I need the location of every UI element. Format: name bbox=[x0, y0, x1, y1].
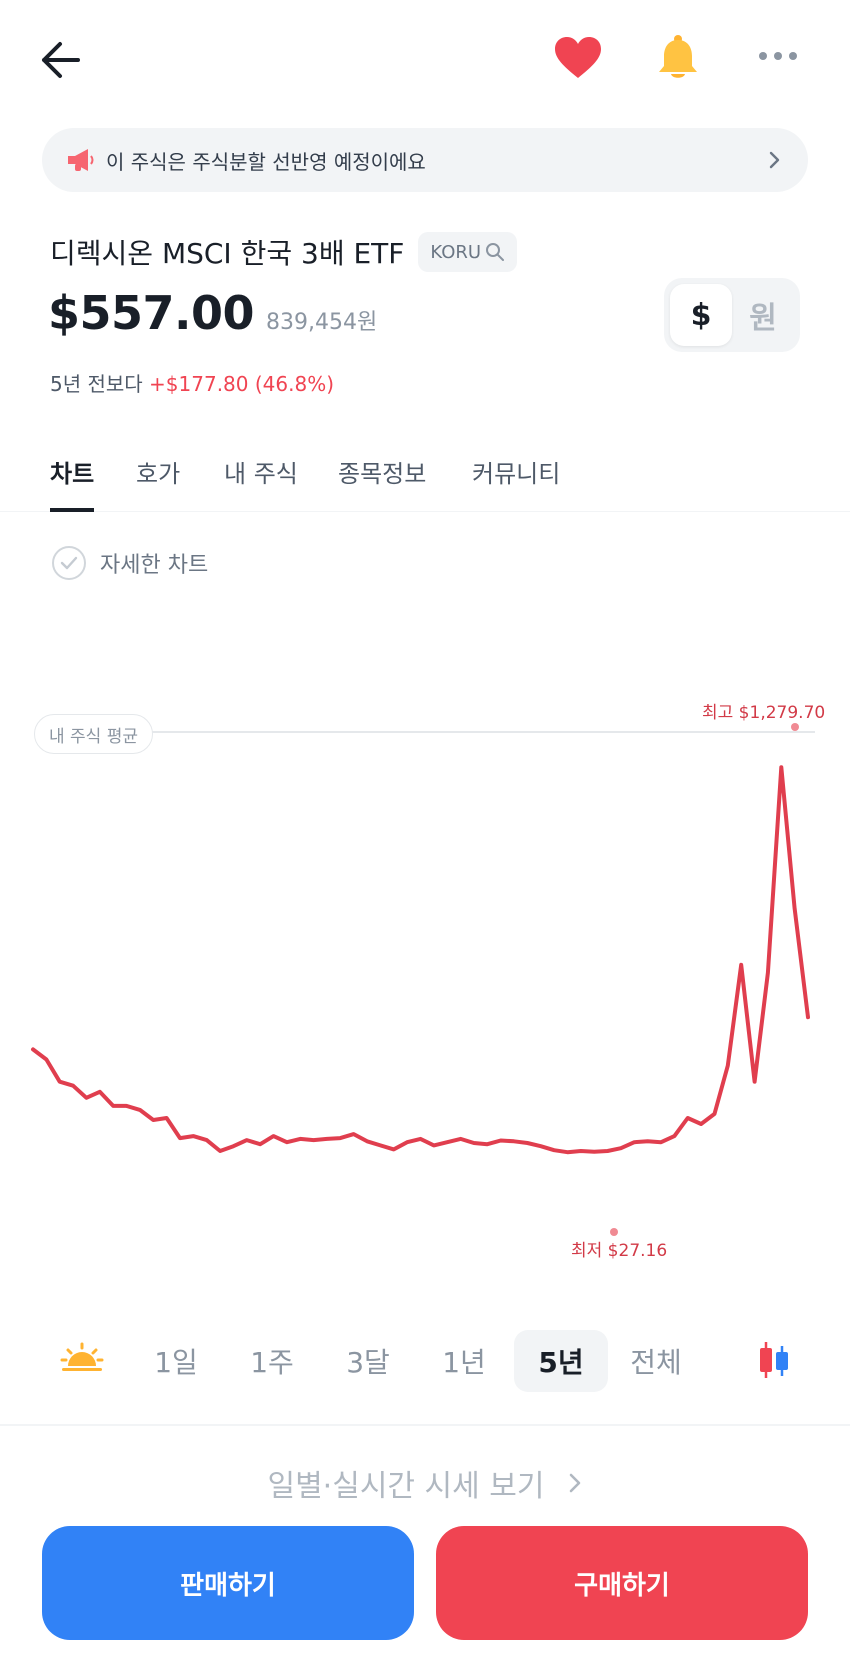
more-icon[interactable] bbox=[752, 32, 804, 80]
sell-button[interactable]: 판매하기 bbox=[42, 1526, 414, 1640]
back-arrow-icon[interactable] bbox=[30, 30, 90, 90]
ticker-label: KORU bbox=[430, 241, 482, 263]
price-line bbox=[31, 765, 810, 1155]
price-krw: 839,454원 bbox=[266, 310, 378, 335]
detail-chart-label: 자세한 차트 bbox=[100, 553, 209, 578]
change-value: +$177.80 (46.8%) bbox=[149, 372, 335, 396]
tab-chart[interactable]: 차트 bbox=[50, 454, 95, 512]
buy-button[interactable]: 구매하기 bbox=[436, 1526, 808, 1640]
tab-orderbook[interactable]: 호가 bbox=[136, 454, 180, 512]
detail-chart-toggle[interactable]: 자세한 차트 bbox=[52, 546, 208, 580]
high-marker bbox=[791, 723, 799, 731]
ticker-chip[interactable]: KORU bbox=[418, 232, 518, 272]
notice-banner[interactable]: 이 주식은 주식분할 선반영 예정이에요 bbox=[42, 128, 808, 192]
divider bbox=[0, 1424, 850, 1426]
daily-link-label: 일별·실시간 시세 보기 bbox=[267, 1469, 545, 1504]
banner-text: 이 주식은 주식분할 선반영 예정이에요 bbox=[106, 149, 426, 174]
chevron-right-icon bbox=[569, 1473, 580, 1493]
period-5y[interactable]: 5년 bbox=[514, 1330, 608, 1392]
candlestick-icon[interactable] bbox=[756, 1338, 792, 1386]
daily-realtime-link[interactable]: 일별·실시간 시세 보기 bbox=[0, 1458, 850, 1508]
average-price-label: 내 주식 평균 bbox=[34, 714, 154, 754]
search-icon bbox=[486, 243, 505, 261]
stock-name: 디렉시온 MSCI 한국 3배 ETF bbox=[50, 237, 405, 270]
currency-krw-option[interactable]: 원 bbox=[732, 284, 794, 346]
period-1d[interactable]: 1일 bbox=[144, 1330, 208, 1392]
currency-usd-option[interactable]: $ bbox=[670, 284, 732, 346]
high-price-label: 최고 $1,279.70 bbox=[702, 703, 826, 723]
period-all[interactable]: 전체 bbox=[624, 1330, 688, 1392]
currency-toggle[interactable]: $ 원 bbox=[664, 278, 800, 352]
period-selector: 1일 1주 3달 1년 5년 전체 bbox=[0, 1324, 850, 1396]
price-row: $557.00 839,454원 bbox=[48, 286, 377, 340]
price-change: 5년 전보다 +$177.80 (46.8%) bbox=[50, 368, 334, 397]
tab-my-stock[interactable]: 내 주식 bbox=[224, 454, 298, 512]
price-chart[interactable] bbox=[0, 680, 850, 1260]
period-1w[interactable]: 1주 bbox=[240, 1330, 304, 1392]
period-1y[interactable]: 1년 bbox=[432, 1330, 496, 1392]
tab-community[interactable]: 커뮤니티 bbox=[472, 454, 560, 512]
stock-header: 디렉시온 MSCI 한국 3배 ETF KORU bbox=[50, 232, 518, 272]
current-price: $557.00 bbox=[48, 286, 255, 340]
tab-stock-info[interactable]: 종목정보 bbox=[338, 454, 426, 512]
sun-icon[interactable] bbox=[60, 1342, 104, 1376]
section-tabs: 차트 호가 내 주식 종목정보 커뮤니티 bbox=[0, 440, 850, 512]
low-price-label: 최저 $27.16 bbox=[571, 1241, 668, 1261]
change-prefix: 5년 전보다 bbox=[50, 372, 143, 396]
check-icon bbox=[52, 546, 86, 580]
low-marker bbox=[610, 1228, 618, 1236]
period-3m[interactable]: 3달 bbox=[336, 1330, 400, 1392]
top-bar bbox=[0, 0, 850, 110]
bell-icon[interactable] bbox=[648, 26, 708, 90]
heart-icon[interactable] bbox=[548, 28, 608, 88]
megaphone-icon bbox=[66, 147, 96, 173]
chevron-right-icon bbox=[764, 150, 784, 170]
